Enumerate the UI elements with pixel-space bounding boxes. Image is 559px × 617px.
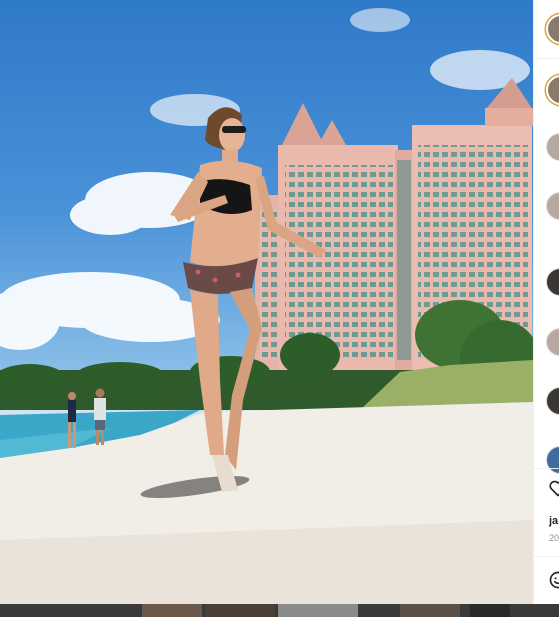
divider (534, 468, 559, 469)
post-owner-username[interactable]: ja (549, 515, 558, 527)
comments-panel: ja 20 (533, 0, 559, 604)
divider (534, 58, 559, 59)
commenter-avatar[interactable] (546, 133, 559, 161)
commenter-avatar[interactable] (546, 75, 559, 105)
post-thumbnail[interactable] (470, 604, 510, 617)
post-photo[interactable] (0, 0, 533, 604)
commenter-avatar[interactable] (546, 446, 559, 474)
commenter-avatar[interactable] (546, 387, 559, 415)
post-thumbnail[interactable] (400, 604, 460, 617)
commenter-avatar[interactable] (546, 328, 559, 356)
post-date: 20 (549, 533, 559, 543)
divider (534, 556, 559, 557)
commenter-avatar[interactable] (546, 268, 559, 296)
post-thumbnail[interactable] (278, 604, 358, 617)
heart-icon[interactable] (548, 478, 559, 498)
post-thumbnail[interactable] (205, 604, 275, 617)
beach-scene (0, 8, 533, 604)
commenter-avatar[interactable] (546, 192, 559, 220)
post-thumbnail[interactable] (142, 604, 202, 617)
more-posts-strip (0, 604, 559, 617)
emoji-icon[interactable] (548, 570, 559, 590)
commenter-avatar[interactable] (546, 14, 559, 44)
